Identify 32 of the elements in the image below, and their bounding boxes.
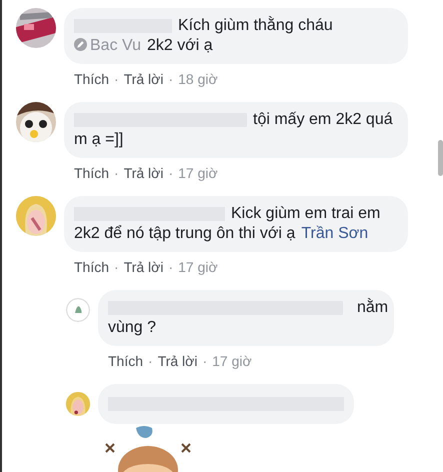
separator-dot: · <box>202 353 208 369</box>
scrollbar-thumb[interactable] <box>438 140 443 176</box>
comment-text: 2k2 để nó tập trung ôn thi với ạ <box>74 224 296 244</box>
separator-dot: · <box>114 259 119 275</box>
timestamp: 18 giờ <box>178 71 218 87</box>
action-link[interactable]: Thích <box>74 165 110 181</box>
action-link[interactable]: Thích <box>74 71 110 87</box>
timestamp: 17 giờ <box>212 353 252 369</box>
comment-text: Kick giùm em trai em <box>231 204 380 224</box>
comment-text: m ạ =]] <box>74 130 124 150</box>
comment-text: vùng ? <box>108 318 156 338</box>
comment-text: tội mấy em 2k2 quá <box>253 110 393 130</box>
tag-link[interactable]: Trần Sơn <box>301 224 368 244</box>
timestamp: 17 giờ <box>178 259 218 275</box>
separator-dot: · <box>148 353 153 369</box>
comment-text: 2k2 với ạ <box>147 36 213 56</box>
separator-dot: · <box>114 71 119 87</box>
action-link[interactable]: Trả lời <box>158 353 198 369</box>
comment-text: nằm <box>357 298 388 318</box>
action-link[interactable]: Trả lời <box>124 71 164 87</box>
separator-dot: · <box>168 71 174 87</box>
removed-tag-icon <box>74 38 87 51</box>
removed-tag: Bac Vu <box>74 36 141 56</box>
action-link[interactable]: Thích <box>74 259 110 275</box>
separator-dot: · <box>168 165 174 181</box>
separator-dot: · <box>114 165 119 181</box>
separator-dot: · <box>168 259 174 275</box>
action-link[interactable]: Trả lời <box>124 165 164 181</box>
timestamp: 17 giờ <box>178 165 218 181</box>
comment-text: Kích giùm thằng cháu <box>178 16 333 36</box>
action-link[interactable]: Trả lời <box>124 259 164 275</box>
action-link[interactable]: Thích <box>108 353 144 369</box>
